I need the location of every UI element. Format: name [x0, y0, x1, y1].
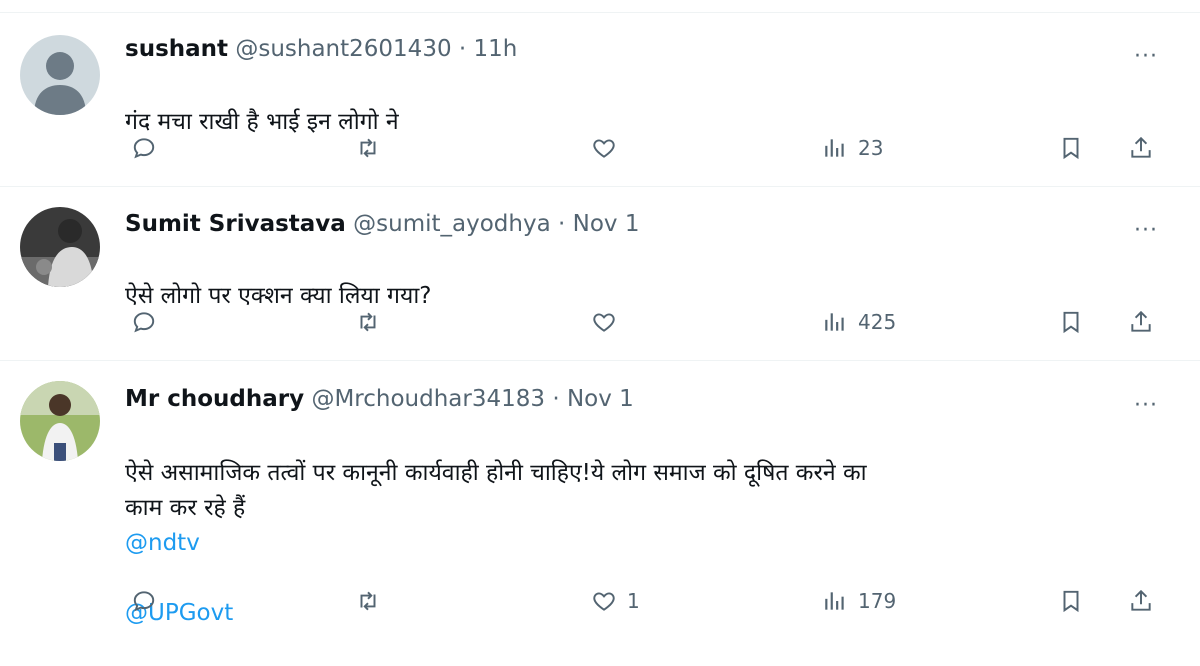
reply-icon	[133, 138, 155, 159]
bookmark-icon	[1063, 590, 1079, 613]
repost-button[interactable]	[355, 302, 391, 342]
reply-button[interactable]	[131, 581, 167, 621]
like-icon	[593, 313, 615, 332]
repost-icon	[360, 138, 376, 158]
bookmark-button[interactable]	[1058, 302, 1084, 342]
separator: ·	[558, 211, 566, 237]
views-icon	[825, 592, 844, 610]
bookmark-button[interactable]	[1058, 581, 1084, 621]
author-handle[interactable]: @Mrchoudhar34183	[311, 386, 545, 412]
reply-icon	[133, 591, 155, 612]
views-count: 179	[858, 589, 897, 613]
action-bar: 1 179	[0, 581, 1200, 621]
share-icon	[1131, 310, 1151, 332]
author-handle[interactable]: @sushant2601430	[235, 36, 451, 62]
tweet-header: Sumit Srivastava @sumit_ayodhya · Nov 1	[125, 211, 639, 237]
repost-icon	[360, 312, 376, 332]
repost-icon	[360, 591, 376, 611]
tweet-text-content: ऐसे असामाजिक तत्वों पर कानूनी कार्यवाही …	[125, 460, 867, 521]
share-icon	[1131, 136, 1151, 158]
like-icon	[593, 139, 615, 158]
tweet-sumit[interactable]: Sumit Srivastava @sumit_ayodhya · Nov 1 …	[0, 187, 1200, 361]
bookmark-icon	[1063, 311, 1079, 334]
reply-button[interactable]	[131, 128, 167, 168]
author-handle[interactable]: @sumit_ayodhya	[353, 211, 551, 237]
separator: ·	[458, 36, 467, 62]
views-button[interactable]: 179	[822, 581, 896, 621]
author-name[interactable]: Mr choudhary	[125, 386, 304, 412]
repost-button[interactable]	[355, 128, 391, 168]
share-button[interactable]	[1128, 302, 1154, 342]
share-icon	[1131, 589, 1151, 611]
views-icon	[825, 139, 844, 157]
action-bar: 425	[0, 302, 1200, 342]
mention-link[interactable]: @ndtv	[125, 526, 1165, 561]
more-options-icon[interactable]: ···	[1134, 395, 1158, 417]
like-button[interactable]	[591, 128, 627, 168]
like-count: 1	[627, 589, 640, 613]
views-button[interactable]: 23	[822, 128, 883, 168]
tweet-mr-choudhary[interactable]: Mr choudhary @Mrchoudhar34183 · Nov 1 ··…	[0, 361, 1200, 628]
views-button[interactable]: 425	[822, 302, 896, 342]
more-options-icon[interactable]: ···	[1134, 220, 1158, 242]
tweet-sushant[interactable]: sushant @sushant2601430 · 11h ··· गंद मच…	[0, 13, 1200, 187]
bookmark-button[interactable]	[1058, 128, 1084, 168]
avatar[interactable]	[20, 35, 100, 115]
avatar[interactable]	[20, 381, 100, 461]
like-button[interactable]: 1	[591, 581, 640, 621]
timestamp[interactable]: Nov 1	[567, 386, 634, 412]
repost-button[interactable]	[355, 581, 391, 621]
views-count: 425	[858, 310, 897, 334]
views-count: 23	[858, 136, 884, 160]
reply-button[interactable]	[131, 302, 167, 342]
tweet-header: sushant @sushant2601430 · 11h	[125, 36, 517, 62]
views-icon	[825, 313, 844, 331]
share-button[interactable]	[1128, 581, 1154, 621]
author-name[interactable]: sushant	[125, 36, 228, 62]
more-options-icon[interactable]: ···	[1134, 46, 1158, 68]
tweet-header: Mr choudhary @Mrchoudhar34183 · Nov 1	[125, 386, 634, 412]
timestamp[interactable]: Nov 1	[573, 211, 640, 237]
bookmark-icon	[1063, 137, 1079, 160]
tweet-text: ऐसे असामाजिक तत्वों पर कानूनी कार्यवाही …	[125, 421, 1165, 666]
timestamp[interactable]: 11h	[474, 36, 518, 62]
share-button[interactable]	[1128, 128, 1154, 168]
like-button[interactable]	[591, 302, 627, 342]
like-icon	[593, 592, 615, 611]
separator: ·	[552, 386, 560, 412]
reply-icon	[133, 312, 155, 333]
author-name[interactable]: Sumit Srivastava	[125, 211, 346, 237]
avatar[interactable]	[20, 207, 100, 287]
action-bar: 23	[0, 128, 1200, 168]
